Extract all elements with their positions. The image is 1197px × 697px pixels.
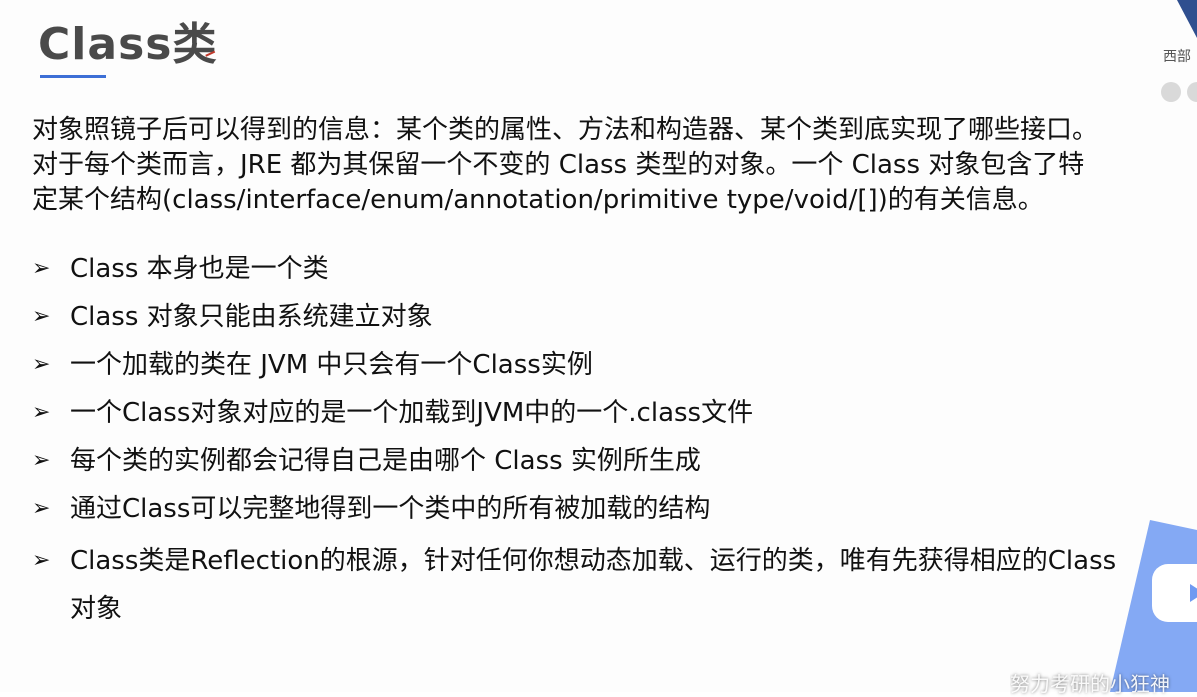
intro-paragraph: 对象照镜子后可以得到的信息：某个类的属性、方法和构造器、某个类到底实现了哪些接口… [32,113,1192,218]
bullet-item: ➢ 一个加载的类在 JVM 中只会有一个Class实例 [32,345,1142,393]
corner-triangle-icon [1177,0,1197,38]
bullet-text: Class 本身也是一个类 [70,254,329,284]
bullet-text: Class 对象只能由系统建立对象 [70,302,433,332]
intro-line-3: 定某个结构(class/interface/enum/annotation/pr… [32,185,1044,215]
dot-icon [1161,82,1181,102]
bullet-text: 一个Class对象对应的是一个加载到JVM中的一个.class文件 [70,398,754,428]
bullet-arrow-icon: ➢ [32,448,51,473]
bullet-item: ➢ Class 本身也是一个类 [32,249,1142,297]
bullet-item: ➢ 一个Class对象对应的是一个加载到JVM中的一个.class文件 [32,393,1142,441]
bullet-arrow-icon: ➢ [32,352,51,377]
corner-label: 西部 [1163,49,1191,65]
dot-icon [1187,82,1197,102]
bullet-text: 每个类的实例都会记得自己是由哪个 Class 实例所生成 [70,446,701,476]
bullet-arrow-icon: ➢ [32,256,51,281]
page-title: Class类 [38,19,218,70]
play-icon[interactable] [1146,560,1197,626]
bullet-arrow-icon: ➢ [32,548,51,573]
bullet-item: ➢ Class 对象只能由系统建立对象 [32,297,1142,345]
bullet-list: ➢ Class 本身也是一个类 ➢ Class 对象只能由系统建立对象 ➢ 一个… [32,249,1142,633]
watermark: 努力考研的小狂神 [1010,672,1170,696]
bullet-text: 一个加载的类在 JVM 中只会有一个Class实例 [70,350,593,380]
bullet-item: ➢ Class类是Reflection的根源，针对任何你想动态加载、运行的类，唯… [32,537,1142,633]
bullet-arrow-icon: ➢ [32,400,51,425]
bullet-item: ➢ 通过Class可以完整地得到一个类中的所有被加载的结构 [32,489,1142,537]
intro-line-2: 对于每个类而言，JRE 都为其保留一个不变的 Class 类型的对象。一个 Cl… [32,150,1085,180]
bullet-item: ➢ 每个类的实例都会记得自己是由哪个 Class 实例所生成 [32,441,1142,489]
bullet-arrow-icon: ➢ [32,496,51,521]
bullet-arrow-icon: ➢ [32,304,51,329]
bullet-text: Class类是Reflection的根源，针对任何你想动态加载、运行的类，唯有先… [70,546,1117,624]
intro-line-1: 对象照镜子后可以得到的信息：某个类的属性、方法和构造器、某个类到底实现了哪些接口… [32,115,1099,145]
bullet-text: 通过Class可以完整地得到一个类中的所有被加载的结构 [70,494,711,524]
title-underline [40,75,106,78]
slide: Class类 对象照镜子后可以得到的信息：某个类的属性、方法和构造器、某个类到底… [0,0,1197,696]
